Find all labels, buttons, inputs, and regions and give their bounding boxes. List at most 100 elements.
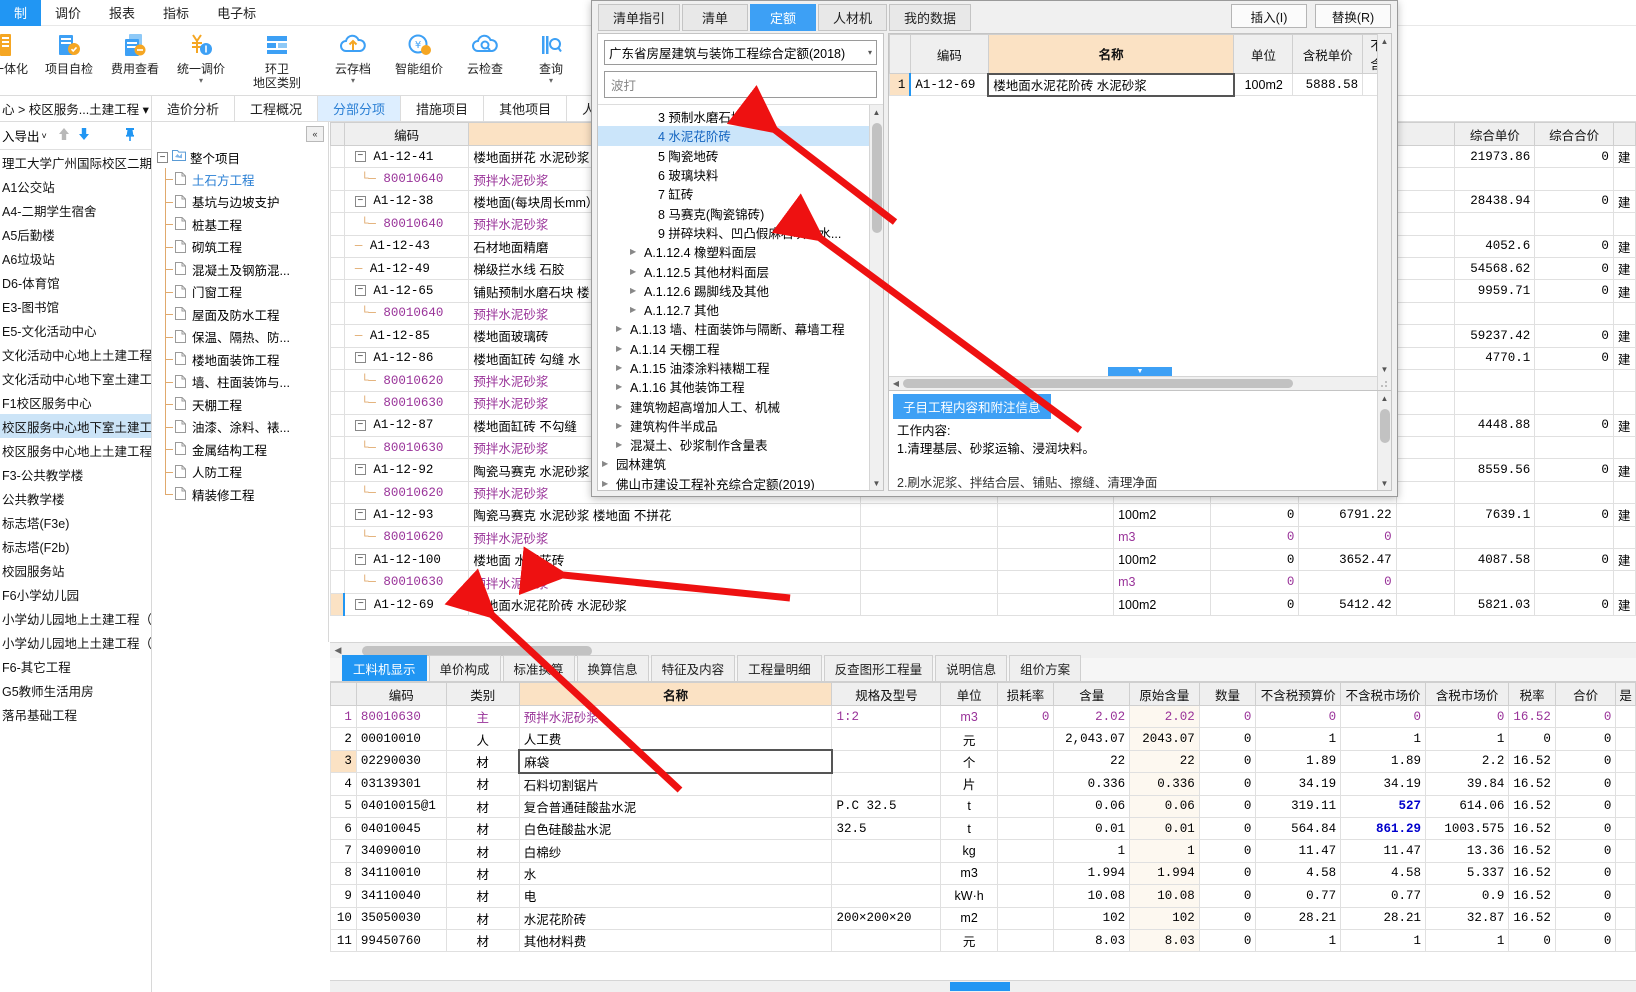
detail-header-10[interactable]: 不含税预算价	[1255, 682, 1342, 706]
main-grid-header-unit_price[interactable]: 综合单价	[1454, 122, 1536, 146]
expand-minus-icon[interactable]: −	[354, 419, 366, 431]
detail-tab-8[interactable]: 组价方案	[1009, 655, 1082, 681]
tree-node[interactable]: 楼地面装饰工程	[153, 348, 328, 371]
chevron-right-icon[interactable]: ▶	[616, 324, 626, 333]
detail-header-15[interactable]: 是	[1615, 682, 1636, 706]
project-list-item[interactable]: 文化活动中心地下室土建工程	[0, 366, 151, 390]
project-list-item[interactable]: A6垃圾站	[0, 246, 151, 270]
project-list-item[interactable]: A4-二期学生宿舍	[0, 198, 151, 222]
standard-tree-vscrollbar[interactable]: ▲ ▼	[869, 105, 883, 490]
chevron-right-icon[interactable]: ▶	[630, 286, 640, 295]
expand-minus-icon[interactable]: −	[354, 150, 366, 162]
dialog-tab-1[interactable]: 清单	[682, 4, 749, 31]
detail-header-2[interactable]: 类别	[445, 682, 520, 706]
project-list-item[interactable]: 小学幼儿园地上土建工程（...	[0, 606, 151, 630]
tree-node[interactable]: 土石方工程	[153, 168, 328, 191]
project-list-item[interactable]: E5-文化活动中心	[0, 318, 151, 342]
table-row[interactable]: 1A1-12-69楼地面水泥花阶砖 水泥砂浆100m25888.585	[889, 72, 1391, 97]
detail-header-7[interactable]: 含量	[1053, 682, 1131, 706]
project-list-item[interactable]: A5后勤楼	[0, 222, 151, 246]
table-row[interactable]: 6 04010045 材白色硅酸盐水泥 32.5 t 0.01 0.01 0 564.84 861…	[330, 816, 1636, 841]
detail-tab-0[interactable]: 工料机显示	[342, 655, 427, 681]
menu-item-2[interactable]: 报表	[95, 0, 149, 26]
standard-tree-item[interactable]: 6 玻璃块料	[598, 165, 883, 184]
info-tab-label[interactable]: 子目工程内容和附注信息	[893, 394, 1051, 419]
tree-root-node[interactable]: − 整个项目	[153, 146, 328, 168]
chevron-right-icon[interactable]: ▶	[616, 402, 626, 411]
pin-icon[interactable]	[123, 126, 137, 145]
import-export-label[interactable]: 入导出	[2, 126, 40, 145]
ribbon-button-search[interactable]: 查询 ▾	[518, 26, 584, 85]
dialog-hscroll-thumb[interactable]	[903, 379, 1293, 388]
standard-tree-item[interactable]: ▶ A.1.12.5 其他材料面层	[598, 261, 883, 280]
tree-node[interactable]: 精装修工程	[153, 483, 328, 506]
project-list-item[interactable]: 标志塔(F3e)	[0, 510, 151, 534]
standard-tree-item[interactable]: ▶ A.1.16 其他装饰工程	[598, 377, 883, 396]
standard-tree-item[interactable]: 3 预制水磨石块	[598, 107, 883, 126]
tree-node[interactable]: 天棚工程	[153, 393, 328, 416]
detail-header-3[interactable]: 名称	[518, 682, 833, 706]
standard-tree-item[interactable]: ▶ A.1.13 墙、柱面装饰与隔断、幕墙工程	[598, 319, 883, 338]
chevron-down-icon[interactable]: ˅	[42, 131, 47, 141]
table-row[interactable]: 9 34110040 材电 kW·h 10.08 10.08 0 0.77 0.77 0.9 16.…	[330, 884, 1636, 908]
detail-tab-4[interactable]: 特征及内容	[650, 655, 736, 681]
scroll-left-icon[interactable]: ◀	[889, 379, 903, 388]
project-list-item[interactable]: 公共教学楼	[0, 486, 151, 510]
project-list-item[interactable]: E3-图书馆	[0, 294, 151, 318]
tree-node[interactable]: 桩基工程	[153, 213, 328, 236]
detail-header-13[interactable]: 税率	[1508, 682, 1556, 706]
chevron-right-icon[interactable]: ▶	[602, 479, 612, 488]
scroll-up-icon[interactable]: ▲	[1378, 34, 1391, 48]
chevron-right-icon[interactable]: ▶	[616, 363, 626, 372]
scroll-down-icon[interactable]: ▼	[870, 476, 883, 490]
detail-header-8[interactable]: 原始含量	[1129, 682, 1200, 706]
chevron-down-icon[interactable]: ▾	[199, 77, 203, 85]
standard-tree-item[interactable]: ▶ 园林建筑	[598, 454, 883, 473]
scroll-up-icon[interactable]: ▲	[1378, 391, 1391, 405]
tree-node[interactable]: 油漆、涂料、裱...	[153, 416, 328, 439]
project-list-item[interactable]: 落吊基础工程	[0, 702, 151, 726]
standard-tree-item[interactable]: 9 拼碎块料、凹凸假麻石块、水...	[598, 223, 883, 242]
project-list-item[interactable]: F6-其它工程	[0, 654, 151, 678]
detail-tab-7[interactable]: 说明信息	[935, 655, 1008, 681]
detail-tab-1[interactable]: 单价构成	[428, 655, 501, 681]
main-grid-header-n3[interactable]	[1395, 122, 1456, 146]
table-row[interactable]: 3 02290030 材麻袋个 22 22 0 1.89 1.89 2.2 16.52 0	[330, 749, 1636, 774]
menu-item-1[interactable]: 调价	[41, 0, 95, 26]
project-list-item[interactable]: 标志塔(F2b)	[0, 534, 151, 558]
menu-item-0[interactable]: 制	[0, 0, 42, 26]
detail-header-4[interactable]: 规格及型号	[831, 682, 942, 706]
tree-node[interactable]: 门窗工程	[153, 281, 328, 304]
splitter-handle[interactable]: ▼	[1108, 367, 1172, 376]
hscroll-thumb[interactable]	[362, 645, 592, 656]
collapse-panel-button[interactable]: «	[306, 126, 324, 142]
project-list-item[interactable]: 校园服务站	[0, 558, 151, 582]
tree-node[interactable]: 屋面及防水工程	[153, 303, 328, 326]
main-grid-header-idx[interactable]	[330, 122, 345, 146]
detail-hscroll-thumb[interactable]	[950, 982, 1010, 991]
tab-subsection[interactable]: 分部分项	[318, 96, 402, 121]
table-row[interactable]: 8 34110010 材水 m3 1.994 1.994 0 4.58 4.58 5.337 16.…	[330, 861, 1636, 886]
dialog-grid-header-2[interactable]: 名称	[987, 34, 1235, 74]
standard-tree-item[interactable]: ▶ 建筑构件半成品	[598, 416, 883, 435]
project-list-item[interactable]: D6-体育馆	[0, 270, 151, 294]
table-row[interactable]: 4 03139301 材石料切割锯片片 0.336 0.336 0 34.19 34.19 39…	[330, 772, 1636, 796]
main-grid-header-tail[interactable]	[1612, 122, 1636, 146]
ribbon-button-cloud-upload[interactable]: 云存档 ▾	[320, 26, 386, 85]
project-list-item[interactable]: 小学幼儿园地上土建工程（...	[0, 630, 151, 654]
standard-tree-item[interactable]: ▶ A.1.12.4 橡塑料面层	[598, 242, 883, 261]
main-grid-header-code[interactable]: 编码	[343, 122, 470, 146]
arrow-up-icon[interactable]	[57, 126, 71, 145]
chevron-right-icon[interactable]: ▶	[616, 440, 626, 449]
detail-tab-6[interactable]: 反查图形工程量	[823, 655, 934, 681]
dialog-grid-header-3[interactable]: 单位	[1233, 34, 1294, 74]
detail-header-0[interactable]	[330, 682, 357, 706]
table-row[interactable]: 7 34090010 材白棉纱 kg 1 1 0 11.47 11.47 13.36 16.52 0	[330, 839, 1636, 863]
chevron-down-icon[interactable]: ▾	[868, 48, 872, 57]
standard-tree-item[interactable]: ▶ A.1.14 天棚工程	[598, 339, 883, 358]
scroll-down-icon[interactable]: ▼	[1378, 476, 1391, 490]
tree-node[interactable]: 金属结构工程	[153, 438, 328, 461]
breadcrumb[interactable]: 心 > 校区服务...土建工程 ▾	[0, 96, 152, 121]
chevron-down-icon[interactable]: ▾	[351, 77, 355, 85]
project-list-item[interactable]: 校区服务中心地下室土建工程	[0, 414, 151, 438]
